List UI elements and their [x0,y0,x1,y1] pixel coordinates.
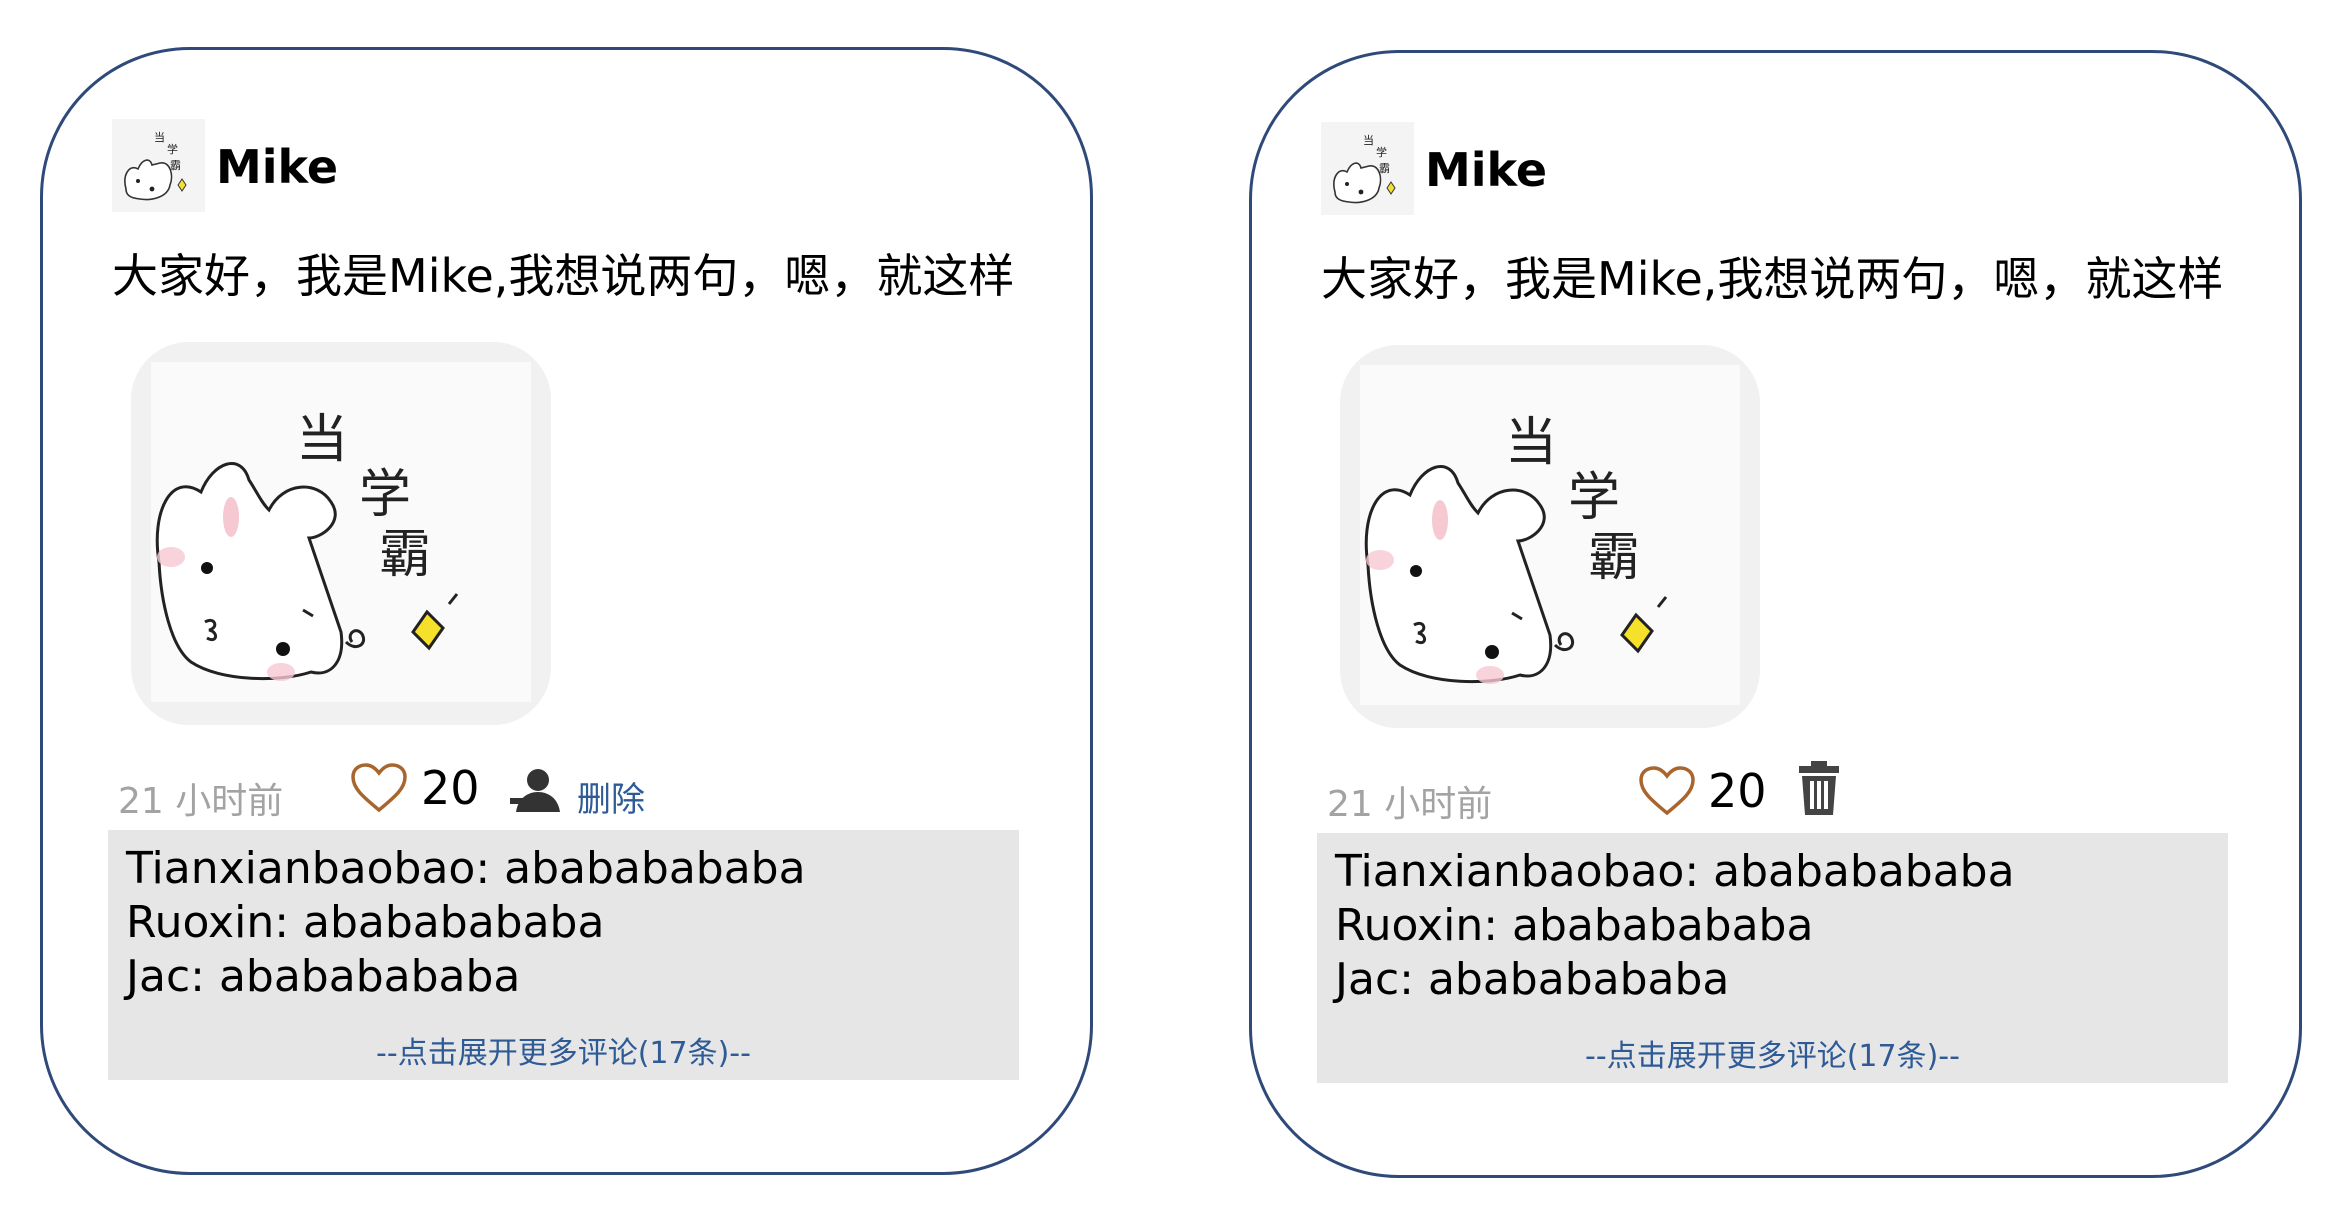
post-text: 大家好，我是Mike,我想说两句，嗯，就这样 [1321,252,2224,306]
svg-text:学: 学 [1376,145,1387,159]
svg-text:霸: 霸 [1379,162,1390,175]
post-card: 当 学 霸 Mike 大家好，我是Mike,我想说两句，嗯，就这样 当 学 霸 [1249,50,2302,1178]
expand-comments-link[interactable]: --点击展开更多评论(17条)-- [1317,1031,2228,1075]
svg-text:霸: 霸 [379,525,431,585]
svg-text:学: 学 [167,142,178,156]
comments-panel: Tianxianbaobao: abababababa Ruoxin: abab… [108,830,1019,1080]
svg-text:霸: 霸 [1588,528,1640,588]
post-image[interactable]: 当 学 霸 [1340,345,1760,728]
post-meta: 21 小时前 20 [1321,759,2221,829]
timestamp: 21 小时前 [118,781,284,822]
delete-button[interactable]: 删除 [577,772,645,821]
svg-text:当: 当 [1363,133,1374,147]
comment-item: Tianxianbaobao: abababababa [1335,846,2015,897]
post-meta: 21 小时前 20 删除 [112,756,1012,826]
svg-text:霸: 霸 [170,159,181,172]
comment-item: Ruoxin: abababababa [126,897,605,948]
expand-comments-link[interactable]: --点击展开更多评论(17条)-- [108,1028,1019,1072]
comments-panel: Tianxianbaobao: abababababa Ruoxin: abab… [1317,833,2228,1083]
comment-item: Jac: abababababa [1335,954,1730,1005]
bunny-sticker-icon: 当 学 霸 [112,119,205,212]
comment-item: Ruoxin: abababababa [1335,900,1814,951]
bunny-sticker-image: 当 学 霸 [131,342,551,725]
avatar[interactable]: 当 学 霸 [112,119,205,212]
like-count: 20 [421,761,480,815]
bunny-sticker-icon: 当 学 霸 [1321,122,1414,215]
svg-text:当: 当 [154,130,165,144]
username[interactable]: Mike [1425,142,1547,198]
heart-icon[interactable] [1638,765,1696,817]
avatar[interactable]: 当 学 霸 [1321,122,1414,215]
like-count: 20 [1708,764,1767,818]
post-card: 当 学 霸 Mike 大家好，我是Mike,我想说两句，嗯，就这样 当 学 霸 [40,47,1093,1175]
username[interactable]: Mike [216,139,338,195]
post-text: 大家好，我是Mike,我想说两句，嗯，就这样 [112,249,1015,303]
comment-item: Jac: abababababa [126,951,521,1002]
person-delete-icon[interactable] [510,764,566,816]
svg-text:当: 当 [1505,413,1557,473]
timestamp: 21 小时前 [1327,784,1493,825]
svg-text:学: 学 [359,465,411,525]
bunny-sticker-image: 当 学 霸 [1340,345,1760,728]
heart-icon[interactable] [350,762,408,814]
post-image[interactable]: 当 学 霸 [131,342,551,725]
svg-text:学: 学 [1568,468,1620,528]
svg-text:当: 当 [296,410,348,470]
trash-icon[interactable] [1797,761,1841,817]
comment-item: Tianxianbaobao: abababababa [126,843,806,894]
